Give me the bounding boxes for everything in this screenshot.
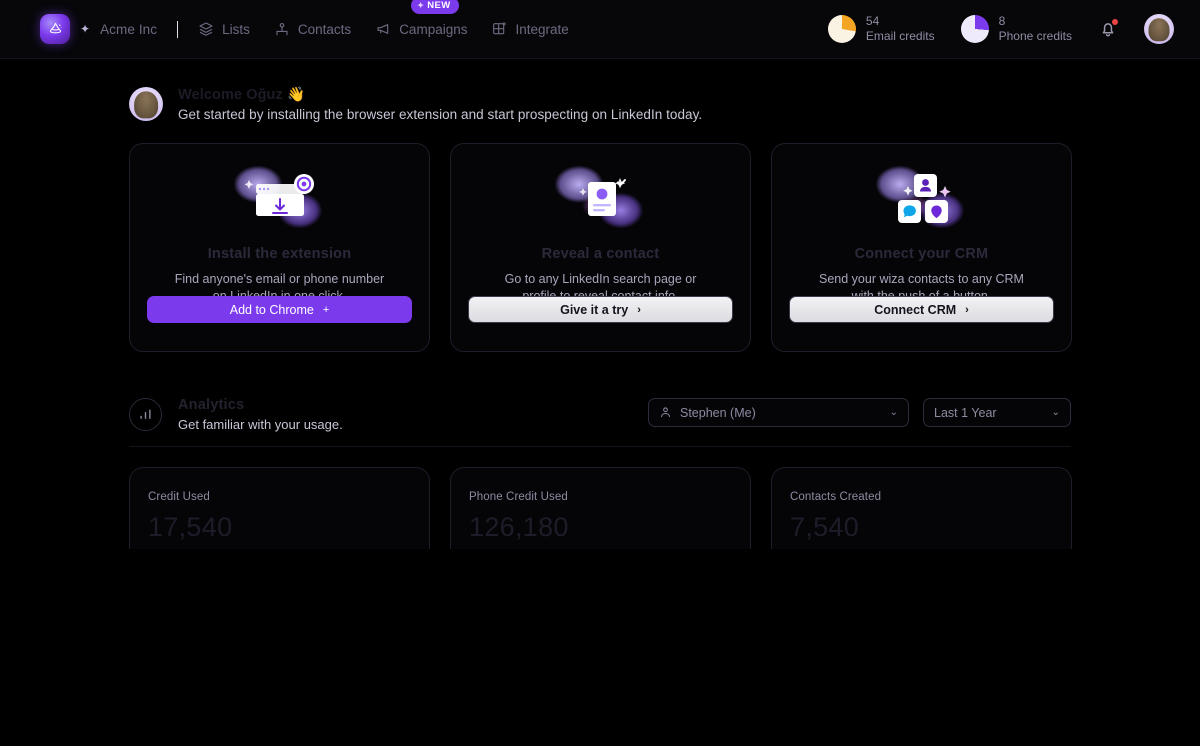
analytics-subtitle: Get familiar with your usage. — [178, 417, 343, 432]
wizard-hat-logo[interactable] — [40, 14, 70, 44]
people-filter-value: Stephen (Me) — [680, 405, 756, 420]
connect-crm-button[interactable]: Connect CRM › — [789, 296, 1054, 323]
new-badge-label: NEW — [427, 0, 451, 11]
people-filter-select[interactable]: Stephen (Me) ⌄ — [648, 398, 909, 427]
new-badge: ✦ NEW — [411, 0, 459, 14]
avatar-face — [134, 91, 158, 119]
add-to-chrome-button[interactable]: Add to Chrome + — [147, 296, 412, 323]
button-label: Connect CRM — [874, 302, 957, 317]
card-title: Reveal a contact — [541, 246, 660, 262]
chevron-right-icon: › — [637, 303, 641, 316]
stat-label: Contacts Created — [790, 491, 882, 503]
chevron-right-icon: › — [965, 303, 969, 316]
stat-label: Credit Used — [148, 491, 210, 503]
navbar-divider — [177, 20, 179, 38]
analytics-stat-cards: Credit Used 17,540 Phone Credit Used 126… — [0, 447, 1200, 549]
phone-credits-text: 8 Phone credits — [999, 14, 1072, 43]
main-content: Welcome Oğuz 👋 Get started by installing… — [0, 59, 1200, 549]
top-navbar: ✦ Acme Inc Lists Contacts Campaigns ✦ NE… — [0, 0, 1200, 59]
stat-card-credit-used: Credit Used 17,540 — [129, 467, 430, 549]
email-credits-label: Email credits — [865, 29, 935, 43]
stat-value: 7,540 — [790, 512, 860, 542]
sparkle-icon: ✦ — [417, 1, 425, 10]
users-icon — [274, 21, 290, 37]
welcome-avatar — [129, 87, 163, 121]
nav-item-label: Campaigns — [399, 21, 468, 37]
phone-credits-label: Phone credits — [998, 29, 1072, 43]
stat-label: Phone Credit Used — [469, 491, 568, 503]
avatar-face — [1148, 17, 1170, 42]
person-icon — [659, 406, 672, 419]
card-title: Install the extension — [207, 246, 352, 262]
onboarding-card-reveal-contact: Reveal a contact Go to any LinkedIn sear… — [450, 143, 751, 352]
analytics-title: Analytics — [178, 397, 245, 413]
nav-item-integrate[interactable]: Integrate — [491, 17, 569, 41]
welcome-title: Welcome Oğuz 👋 — [178, 87, 306, 103]
nav-item-contacts[interactable]: Contacts — [274, 17, 351, 41]
chevron-down-icon: ⌄ — [889, 407, 898, 418]
sparkle-icon: ✦ — [80, 22, 91, 36]
megaphone-icon — [375, 21, 391, 37]
navbar-menu: Lists Contacts Campaigns ✦ NEW Integrate — [198, 0, 569, 41]
phone-credits[interactable]: 8 Phone credits — [960, 14, 1072, 43]
welcome-banner: Welcome Oğuz 👋 Get started by installing… — [0, 59, 1200, 122]
stat-card-contacts-created: Contacts Created 7,540 — [771, 467, 1072, 549]
onboarding-card-connect-crm: Connect your CRM Send your wiza contacts… — [771, 143, 1072, 352]
phone-credits-donut — [960, 15, 989, 43]
email-credits[interactable]: 54 Email credits — [827, 14, 935, 43]
bar-chart-icon — [129, 398, 162, 431]
workspace-name[interactable]: Acme Inc — [100, 22, 157, 37]
date-range-value: Last 1 Year — [934, 405, 997, 420]
stat-value: 126,180 — [469, 512, 569, 542]
layers-icon — [198, 21, 214, 37]
navbar-right: 54 Email credits 8 Phone credits — [827, 14, 1200, 44]
analytics-heading-text: Analytics Get familiar with your usage. — [178, 397, 343, 432]
nav-item-lists[interactable]: Lists — [198, 17, 250, 41]
nav-item-label: Lists — [222, 21, 250, 37]
grid-plus-icon — [491, 21, 507, 37]
give-it-a-try-button[interactable]: Give it a try › — [468, 296, 733, 323]
welcome-subtitle: Get started by installing the browser ex… — [178, 107, 703, 122]
contact-card-illustration — [545, 158, 656, 240]
email-credits-value: 54 — [865, 14, 880, 29]
email-credits-donut — [827, 15, 856, 43]
onboarding-cards: Install the extension Find anyone's emai… — [0, 122, 1200, 352]
phone-credits-value: 8 — [998, 14, 1006, 29]
nav-item-label: Contacts — [297, 21, 352, 37]
email-credits-text: 54 Email credits — [866, 14, 935, 43]
navbar-left: ✦ Acme Inc Lists Contacts Campaigns ✦ NE… — [0, 0, 569, 44]
notification-dot — [1111, 18, 1119, 26]
button-label: Give it a try — [560, 302, 629, 317]
card-title: Connect your CRM — [854, 246, 989, 262]
chevron-down-icon: ⌄ — [1051, 407, 1060, 418]
analytics-header: Analytics Get familiar with your usage. … — [0, 352, 1200, 432]
notification-bell-icon[interactable] — [1098, 18, 1119, 39]
stat-value: 17,540 — [148, 512, 233, 542]
browser-download-illustration — [224, 158, 335, 240]
app-page: ✦ Acme Inc Lists Contacts Campaigns ✦ NE… — [0, 0, 1200, 746]
crm-apps-illustration — [866, 158, 977, 240]
analytics-filters: Stephen (Me) ⌄ Last 1 Year ⌄ — [648, 398, 1071, 427]
welcome-text: Welcome Oğuz 👋 Get started by installing… — [178, 86, 702, 122]
date-range-select[interactable]: Last 1 Year ⌄ — [923, 398, 1071, 427]
onboarding-card-install-extension: Install the extension Find anyone's emai… — [129, 143, 430, 352]
nav-item-campaigns[interactable]: Campaigns ✦ NEW — [375, 0, 468, 41]
button-label: Add to Chrome — [229, 302, 314, 317]
stat-card-phone-credit-used: Phone Credit Used 126,180 — [450, 467, 751, 549]
nav-item-label: Integrate — [515, 21, 569, 37]
plus-icon: + — [322, 303, 330, 316]
user-avatar[interactable] — [1144, 14, 1174, 44]
